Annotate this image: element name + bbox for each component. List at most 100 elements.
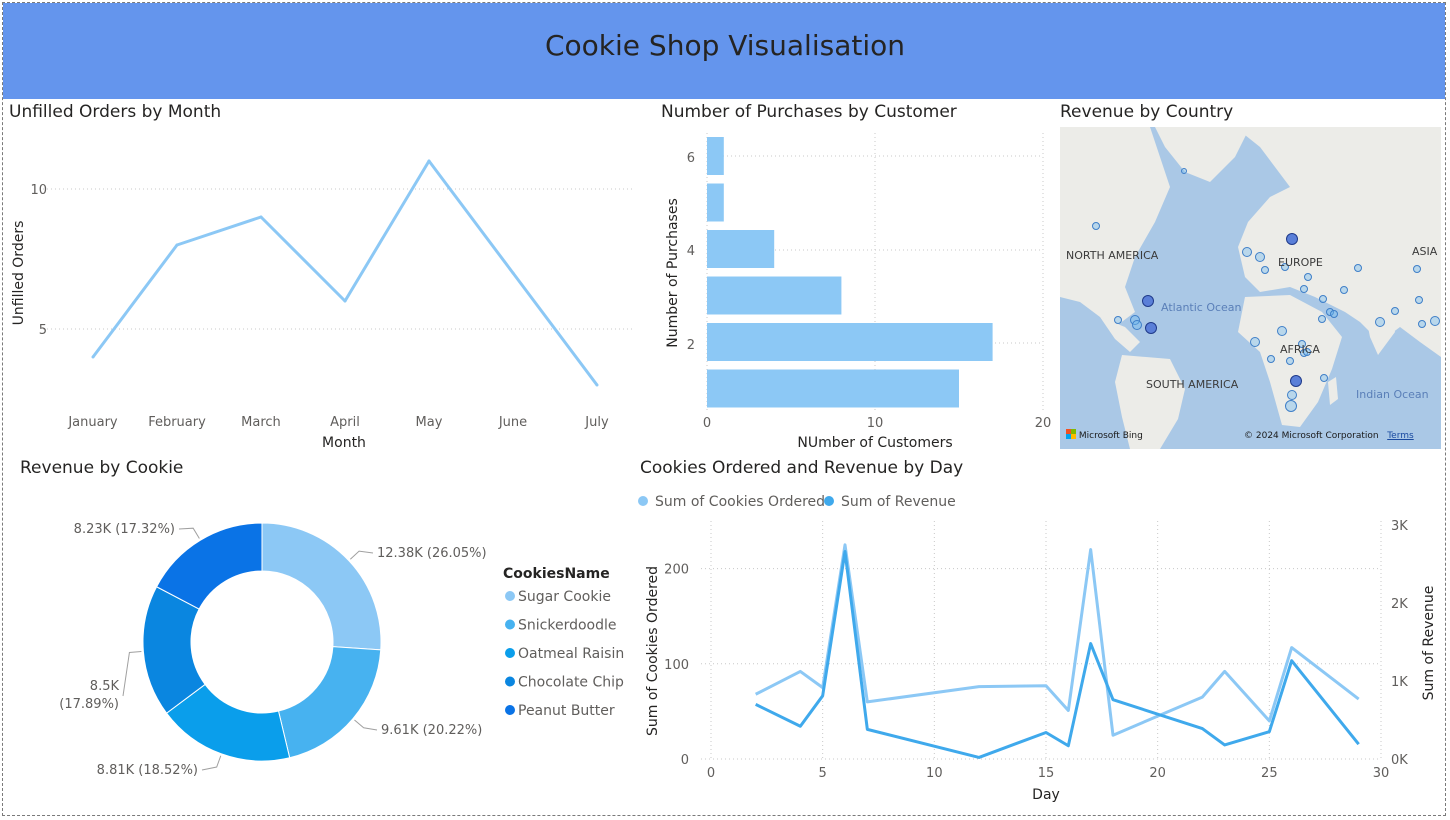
map-bubble[interactable] — [1277, 326, 1287, 336]
microsoft-logo-icon — [1066, 429, 1076, 439]
legend-marker — [638, 496, 648, 506]
map-bubble[interactable] — [1391, 307, 1399, 315]
y-tick-label-right: 1K — [1391, 675, 1408, 690]
combo-line-chart[interactable]: 0 5 10 15 20 25 30 0 100 200 0K 1K 2K 3K Sum of Cookie… — [633, 481, 1445, 816]
map-bubble[interactable] — [1418, 320, 1426, 328]
map-bubble[interactable] — [1304, 273, 1312, 281]
map-bubble[interactable] — [1250, 337, 1260, 347]
map-bubble[interactable] — [1286, 233, 1298, 245]
map-label-asia: ASIA — [1412, 245, 1438, 258]
map-bubble[interactable] — [1340, 286, 1348, 294]
legend-marker — [505, 591, 515, 601]
revenue-line — [755, 550, 1360, 759]
y-tick-label-left: 0 — [681, 753, 689, 768]
map-label-africa: AFRICA — [1280, 343, 1320, 356]
unfilled-orders-line — [91, 159, 599, 386]
map-bubble[interactable] — [1430, 316, 1440, 326]
legend-marker — [505, 676, 515, 687]
x-tick-label: February — [148, 415, 206, 430]
map-label-north-america: NORTH AMERICA — [1066, 249, 1159, 262]
bar — [707, 323, 993, 361]
map-bubble[interactable] — [1092, 222, 1100, 230]
legend-label: Oatmeal Raisin — [518, 646, 624, 662]
x-axis-title: Month — [322, 435, 366, 451]
bing-logo-text: Microsoft Bing — [1078, 431, 1143, 441]
donut-slice — [277, 646, 382, 759]
map-bubble[interactable] — [1255, 252, 1265, 262]
revenue-map[interactable]: NORTH AMERICA EUROPE ASIA AFRICA SOUTH A… — [1060, 127, 1441, 449]
map-bubble[interactable] — [1267, 355, 1275, 363]
revenue-cookie-donut[interactable]: 12.38K (26.05%) 9.61K (20.22%) 8.81K (18.5… — [3, 481, 643, 816]
y-tick-label: 5 — [39, 323, 47, 338]
data-label-leader — [178, 527, 200, 539]
unfilled-orders-title: Unfilled Orders by Month — [9, 102, 222, 122]
legend-marker — [505, 705, 515, 715]
y-axis-title-left: Sum of Cookies Ordered — [645, 566, 661, 736]
map-bubble[interactable] — [1287, 390, 1297, 400]
map-bubble[interactable] — [1320, 374, 1328, 382]
x-tick-label: 20 — [1149, 766, 1166, 781]
map-bubble[interactable] — [1330, 310, 1338, 318]
data-label-leader — [349, 550, 374, 560]
y-axis-title: Number of Purchases — [665, 198, 681, 348]
report-title: Cookie Shop Visualisation — [544, 29, 905, 62]
x-tick-label: April — [330, 415, 360, 430]
map-bubble[interactable] — [1318, 315, 1326, 323]
data-label: 9.61K (20.22%) — [381, 723, 482, 738]
purchases-bar-chart[interactable]: 2 4 6 0 10 20 NUmber of Customers Number of Pur… — [653, 123, 1053, 453]
data-label: 8.81K (18.52%) — [97, 763, 198, 778]
data-point — [595, 383, 599, 387]
map-terms-link[interactable]: Terms — [1387, 431, 1414, 441]
x-tick-label: May — [416, 415, 443, 430]
legend-label: Sum of Cookies Ordered — [655, 494, 825, 510]
map-bubble[interactable] — [1285, 400, 1297, 412]
map-bubble[interactable] — [1145, 322, 1157, 334]
x-tick-label: 30 — [1373, 766, 1390, 781]
map-copyright: © 2024 Microsoft Corporation Terms — [1244, 431, 1414, 441]
map-bubble[interactable] — [1286, 357, 1294, 365]
data-label-leader — [201, 755, 222, 771]
legend-label: Peanut Butter — [518, 703, 615, 719]
map-bubble[interactable] — [1290, 375, 1302, 387]
bing-logo: Microsoft Bing — [1066, 429, 1143, 441]
map-bubble[interactable] — [1354, 264, 1362, 272]
map-bubble[interactable] — [1300, 285, 1308, 293]
map-bubble[interactable] — [1114, 316, 1122, 324]
donut-slice — [261, 522, 382, 651]
x-tick-label: January — [67, 415, 118, 430]
bar — [707, 230, 775, 268]
map-bubble[interactable] — [1415, 296, 1423, 304]
purchases-title: Number of Purchases by Customer — [661, 102, 957, 122]
map-bubble[interactable] — [1142, 295, 1154, 307]
y-tick-label-right: 3K — [1391, 519, 1408, 534]
data-label: (17.89%) — [59, 697, 119, 712]
x-tick-label: 25 — [1261, 766, 1278, 781]
map-bubble[interactable] — [1132, 320, 1142, 330]
map-bubble[interactable] — [1375, 317, 1385, 327]
unfilled-orders-chart[interactable]: 5 10 January February March April May June July M… — [3, 123, 643, 453]
madagascar — [1328, 377, 1338, 405]
bar — [707, 369, 959, 408]
map-label-atlantic: Atlantic Ocean — [1161, 301, 1242, 314]
north-america-land — [1060, 127, 1170, 327]
x-tick-label: 15 — [1038, 766, 1055, 781]
revenue-cookie-title: Revenue by Cookie — [20, 458, 184, 478]
data-point — [91, 355, 95, 359]
map-bubble[interactable] — [1181, 168, 1187, 174]
revenue-country-title: Revenue by Country — [1060, 102, 1234, 122]
map-bubble[interactable] — [1319, 295, 1327, 303]
data-label: 8.23K (17.32%) — [74, 522, 175, 537]
greenland — [1155, 127, 1250, 182]
data-point — [343, 299, 347, 303]
x-tick-label: 0 — [707, 766, 715, 781]
map-bubble[interactable] — [1261, 266, 1269, 274]
map-bubble[interactable] — [1242, 247, 1252, 257]
map-label-europe: EUROPE — [1278, 256, 1323, 269]
legend-marker — [505, 619, 515, 630]
map-bubble[interactable] — [1413, 265, 1421, 273]
map-label-indian: Indian Ocean — [1356, 388, 1429, 401]
data-label: 8.5K — [90, 679, 120, 694]
x-tick-label: March — [241, 415, 281, 430]
legend-label: Sugar Cookie — [518, 589, 611, 605]
bar — [707, 276, 842, 315]
